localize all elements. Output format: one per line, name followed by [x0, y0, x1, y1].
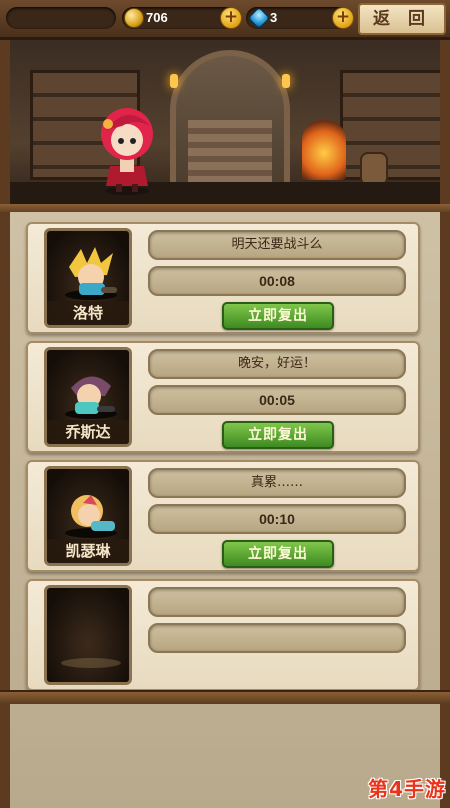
- hero-portrait[interactable]: 洛特: [44, 228, 132, 328]
- add-gold-button[interactable]: +: [220, 7, 242, 29]
- wall-lamp-icon: [170, 74, 178, 88]
- hero-card: 洛特 明天还要战斗么 00:08 立即复出: [26, 222, 420, 334]
- empty-slot-glow: [61, 658, 121, 668]
- hero-message: 晚安，好运！: [148, 349, 406, 379]
- empty-portrait: [44, 585, 132, 685]
- revive-timer: 00:10: [148, 504, 406, 534]
- player-name-slot: [6, 7, 116, 29]
- hero-message: 真累……: [148, 468, 406, 498]
- empty-message: [148, 587, 406, 617]
- gold-value: 706: [146, 10, 168, 25]
- barrel: [360, 152, 388, 186]
- hero-name: 洛特: [47, 301, 129, 325]
- revive-now-button[interactable]: 立即复出: [222, 421, 334, 449]
- empty-timer: [148, 623, 406, 653]
- wall-lamp-icon: [282, 74, 290, 88]
- revive-timer: 00:08: [148, 266, 406, 296]
- furnace: [302, 120, 346, 180]
- watermark: 第4手游: [368, 777, 446, 801]
- empty-hero-slot: [26, 579, 420, 691]
- revive-timer: 00:05: [148, 385, 406, 415]
- hero-message: 明天还要战斗么: [148, 230, 406, 260]
- add-gems-button[interactable]: +: [332, 7, 354, 29]
- gem-counter: 3 +: [246, 6, 354, 30]
- back-button[interactable]: 返 回: [358, 3, 446, 35]
- hero-card: 凯瑟琳 真累…… 00:10 立即复出: [26, 460, 420, 572]
- hero-name: 凯瑟琳: [47, 539, 129, 563]
- list-bottom-rail: [0, 690, 450, 704]
- revive-now-button[interactable]: 立即复出: [222, 302, 334, 330]
- hero-portrait[interactable]: 凯瑟琳: [44, 466, 132, 566]
- gold-coin-icon: [124, 8, 144, 28]
- hero-card: 乔斯达 晚安，好运！ 00:05 立即复出: [26, 341, 420, 453]
- blonde-girl-lying-icon: [65, 495, 117, 538]
- gem-icon: [247, 6, 271, 30]
- brown-haired-hero-lying-icon: [65, 376, 117, 419]
- shelf-right: [340, 70, 440, 180]
- gold-counter: 706 +: [122, 7, 242, 29]
- revive-now-button[interactable]: 立即复出: [222, 540, 334, 568]
- hero-name: 乔斯达: [47, 420, 129, 444]
- top-bar: 706 + 3 + 返 回: [0, 0, 450, 40]
- gem-value: 3: [270, 10, 278, 25]
- tavern-scene: [0, 40, 450, 212]
- blonde-knight-lying-icon: [65, 247, 117, 300]
- red-haired-girl-character[interactable]: [92, 96, 162, 196]
- hero-portrait[interactable]: 乔斯达: [44, 347, 132, 447]
